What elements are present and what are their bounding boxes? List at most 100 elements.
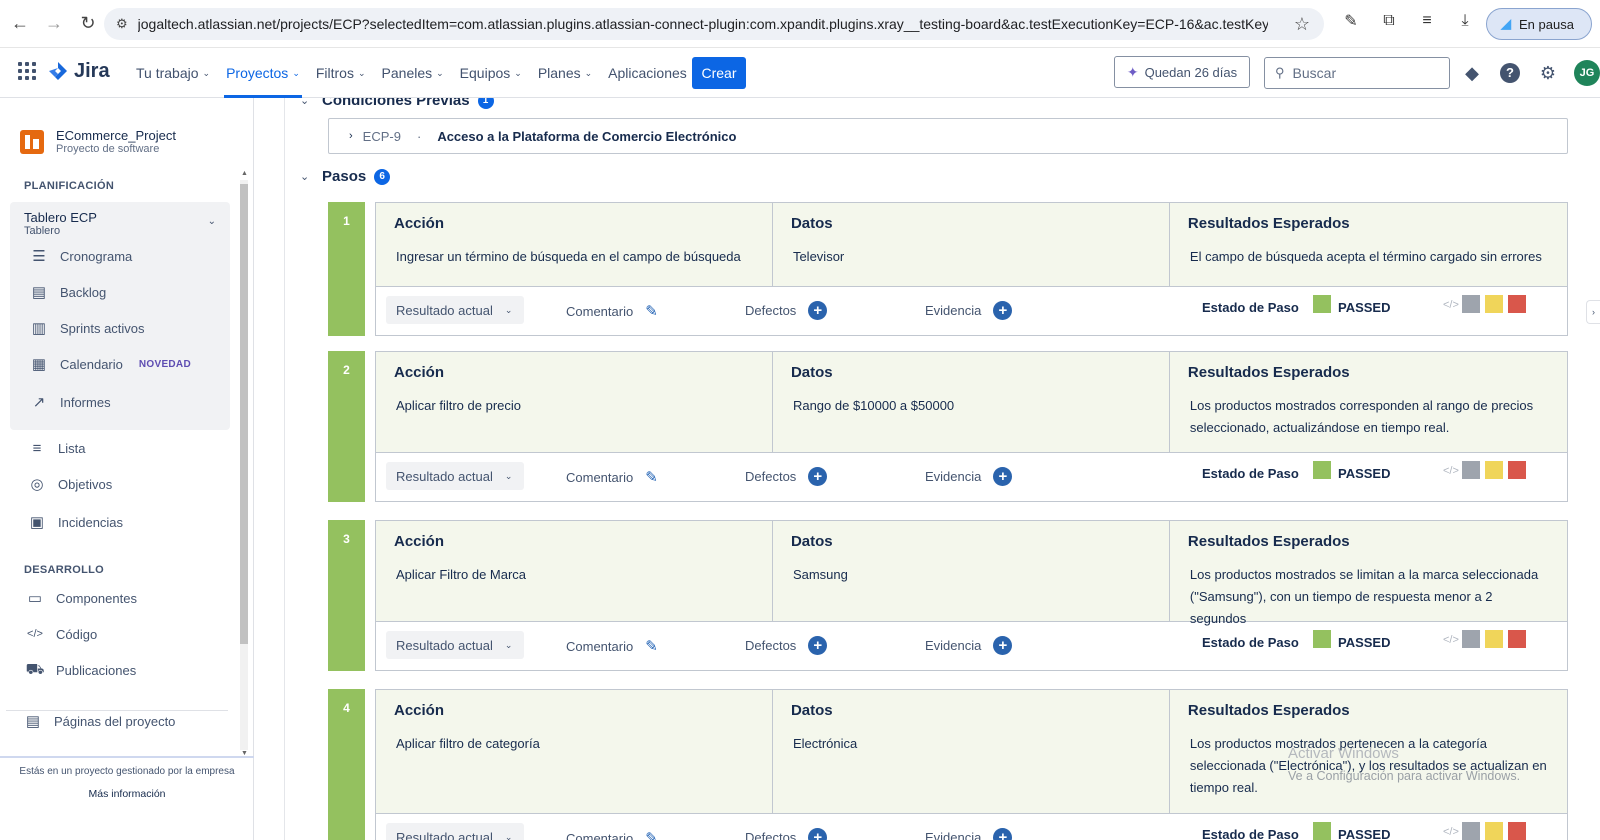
nav-item-4[interactable]: Equipos ⌄ [452,48,530,98]
status-todo-button[interactable] [1462,295,1480,313]
nav-item-1[interactable]: Proyectos ⌄ [218,48,308,98]
jira-logo[interactable]: Jira [48,60,110,83]
settings-gear-icon[interactable]: ⚙ [1536,61,1560,85]
pencil-icon[interactable]: ✎ [645,637,658,655]
status-todo-button[interactable] [1462,630,1480,648]
chevron-down-icon[interactable]: ⌄ [208,216,216,227]
site-info-icon[interactable]: ⚙ [116,16,128,32]
comment-field[interactable]: Comentario ✎ [566,829,658,840]
add-evidence-icon[interactable]: + [993,467,1013,486]
sidebar-item-3[interactable]: ▦ Calendario NOVEDAD [30,355,191,373]
status-failed-button[interactable] [1508,295,1526,313]
code-icon[interactable]: </> [1443,299,1459,311]
search-input[interactable]: ⚲ Buscar [1264,57,1450,89]
profile-pause-button[interactable]: ◢ En pausa [1486,8,1592,40]
chevron-right-icon[interactable]: › [349,130,353,142]
sidebar-item-project-pages[interactable]: ▤ Páginas del proyecto [24,712,176,730]
add-evidence-icon[interactable]: + [993,301,1013,320]
defects-field[interactable]: Defectos + [745,301,828,320]
evidence-field[interactable]: Evidencia + [925,301,1013,320]
status-todo-button[interactable] [1462,822,1480,840]
comment-field[interactable]: Comentario ✎ [566,302,658,320]
status-executing-button[interactable] [1485,295,1503,313]
reading-list-icon[interactable]: ≡ [1416,10,1438,32]
managed-project-note: Estás en un proyecto gestionado por la e… [0,756,254,777]
comment-field[interactable]: Comentario ✎ [566,468,658,486]
status-executing-button[interactable] [1485,630,1503,648]
sidebar-item-0[interactable]: ▭ Componentes [26,589,137,607]
status-executing-button[interactable] [1485,822,1503,840]
help-icon[interactable]: ? [1498,61,1522,85]
add-defect-icon[interactable]: + [808,301,828,320]
sidebar-item-0[interactable]: ☰ Cronograma [30,247,132,265]
preconditions-header[interactable]: ⌄ Condiciones Previas 1 [300,98,494,109]
actual-result-dropdown[interactable]: Resultado actual ⌄ [386,823,524,840]
notifications-icon[interactable]: ◆ [1460,61,1484,85]
eyedropper-icon[interactable]: ✎ [1340,10,1362,32]
more-info-link[interactable]: Más información [0,788,254,800]
status-todo-button[interactable] [1462,461,1480,479]
pencil-icon[interactable]: ✎ [645,829,658,840]
evidence-field[interactable]: Evidencia + [925,636,1013,655]
pencil-icon[interactable]: ✎ [645,468,658,486]
create-button[interactable]: Crear [692,57,746,89]
chevron-down-icon: ⌄ [292,67,300,78]
sidebar-item-label: Objetivos [58,476,113,492]
add-defect-icon[interactable]: + [808,636,828,655]
back-icon[interactable]: ← [6,10,34,38]
bookmark-star-icon[interactable]: ☆ [1294,14,1310,35]
sidebar-item-2[interactable]: ▣ Incidencias [28,513,123,531]
add-defect-icon[interactable]: + [808,828,828,840]
nav-item-0[interactable]: Tu trabajo ⌄ [128,48,218,98]
side-panel-toggle-icon[interactable]: › [1586,300,1600,324]
sidebar-scrollbar[interactable]: ▲ ▼ [238,170,250,760]
nav-item-6[interactable]: Aplicaciones⌄ [600,48,706,98]
download-icon[interactable]: ⤓ [1454,10,1476,32]
comment-field[interactable]: Comentario ✎ [566,637,658,655]
sidebar-item-4[interactable]: ↗ Informes [30,393,111,411]
user-avatar[interactable]: JG [1574,60,1600,86]
pencil-icon[interactable]: ✎ [645,302,658,320]
evidence-field[interactable]: Evidencia + [925,828,1013,840]
add-evidence-icon[interactable]: + [993,828,1013,840]
reload-icon[interactable]: ↻ [74,10,102,38]
sidebar-item-1[interactable]: ◎ Objetivos [28,475,112,493]
actual-result-dropdown[interactable]: Resultado actual ⌄ [386,462,524,490]
status-failed-button[interactable] [1508,461,1526,479]
sidebar-item-1[interactable]: ▤ Backlog [30,283,106,301]
sidebar-item-2[interactable]: ▥ Sprints activos [30,319,145,337]
forward-icon[interactable]: → [40,10,68,38]
steps-header[interactable]: ⌄ Pasos 6 [300,168,391,185]
status-failed-button[interactable] [1508,822,1526,840]
precondition-row[interactable]: › ECP-9 · Acceso a la Plataforma de Come… [328,118,1568,154]
evidence-field[interactable]: Evidencia + [925,467,1013,486]
defects-field[interactable]: Defectos + [745,828,828,840]
code-icon[interactable]: </> [1443,634,1459,646]
url-text[interactable]: jogaltech.atlassian.net/projects/ECP?sel… [138,16,1268,32]
defects-field[interactable]: Defectos + [745,636,828,655]
sidebar-item-1[interactable]: </> Código [26,625,97,643]
status-executing-button[interactable] [1485,461,1503,479]
actual-result-dropdown[interactable]: Resultado actual ⌄ [386,296,524,324]
board-selector[interactable]: Tablero ECP Tablero [24,210,97,237]
address-bar[interactable]: ⚙ jogaltech.atlassian.net/projects/ECP?s… [104,8,1324,40]
code-icon[interactable]: </> [1443,826,1459,838]
status-failed-button[interactable] [1508,630,1526,648]
nav-item-5[interactable]: Planes ⌄ [530,48,600,98]
defects-field[interactable]: Defectos + [745,467,828,486]
sidebar-item-0[interactable]: ≡ Lista [28,439,86,457]
precondition-title[interactable]: Acceso a la Plataforma de Comercio Elect… [437,129,736,144]
add-defect-icon[interactable]: + [808,467,828,486]
nav-item-2[interactable]: Filtros ⌄ [308,48,374,98]
app-switcher-icon[interactable] [18,62,36,80]
trial-button[interactable]: ✦ Quedan 26 días [1114,56,1250,88]
nav-item-label: Proyectos [226,65,289,81]
extensions-icon[interactable]: ⧉ [1378,10,1400,32]
code-icon[interactable]: </> [1443,465,1459,477]
nav-item-3[interactable]: Paneles ⌄ [374,48,452,98]
project-header[interactable]: ECommerce_Project Proyecto de software [20,128,176,155]
precondition-key[interactable]: ECP-9 [363,129,401,144]
sidebar-item-2[interactable]: ⛟ Publicaciones [26,661,137,679]
actual-result-dropdown[interactable]: Resultado actual ⌄ [386,631,524,659]
add-evidence-icon[interactable]: + [993,636,1013,655]
